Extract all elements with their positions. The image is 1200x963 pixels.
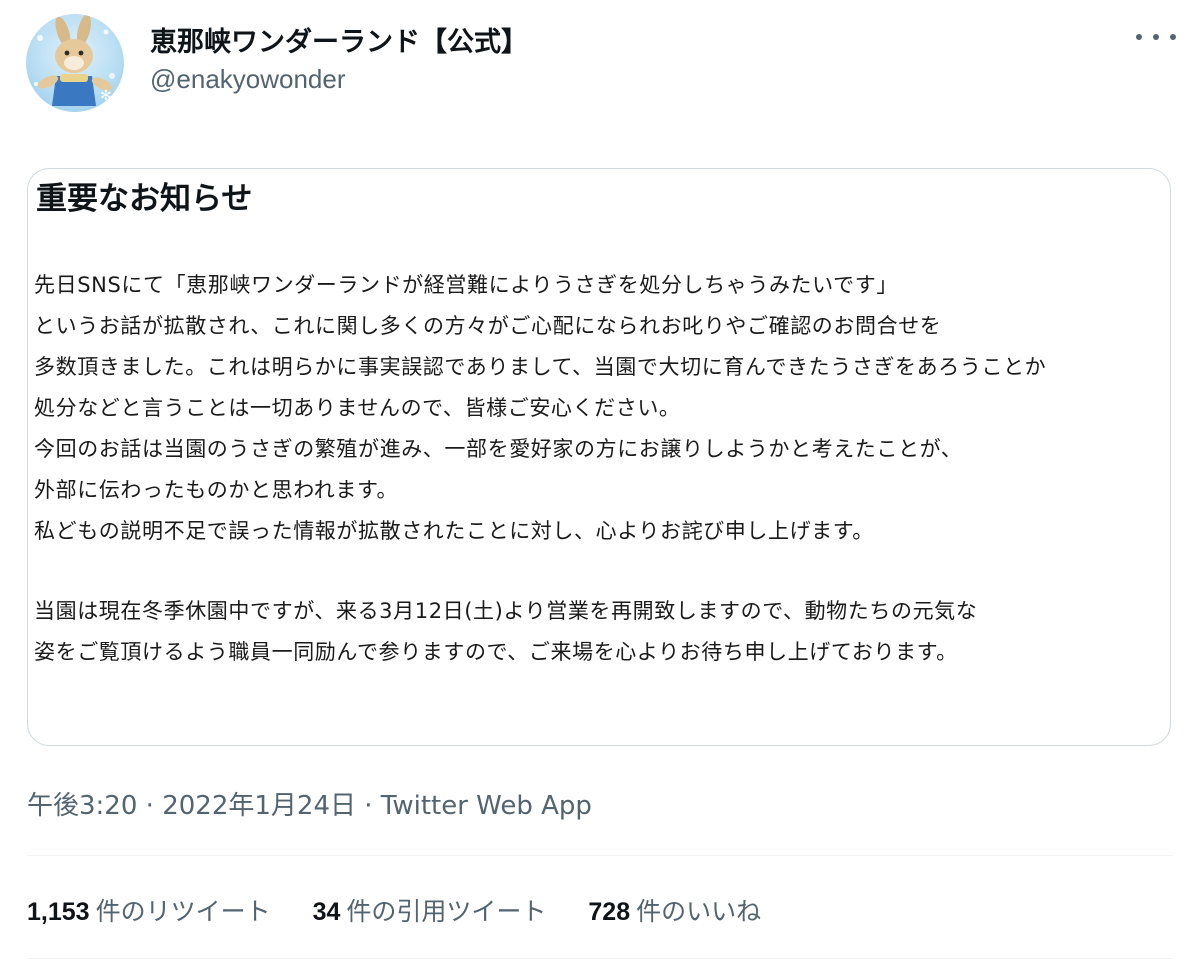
retweets-label: 件のリツイート [95,897,271,926]
notice-line: 私どもの説明不足で誤った情報が拡散されたことに対し、心よりお詫び申し上げます。 [34,519,874,543]
meta-separator: · [145,791,154,821]
likes-count: 728 [588,898,631,926]
quote-tweets-stat[interactable]: 34 件の引用ツイート [313,892,547,928]
tweet-header: ✻ 恵那峡ワンダーランド【公式】 @enakyowonder [0,0,1200,120]
svg-text:✻: ✻ [100,88,112,104]
notice-line: 多数頂きました。これは明らかに事実誤認でありまして、当園で大切に育んできたうさぎ… [34,355,1047,379]
more-dots-icon[interactable] [1136,22,1176,52]
notice-line: 姿をご覧頂けるよう職員一同励んで参りますので、ご来場を心よりお待ち申し上げており… [34,640,958,664]
notice-line: 当園は現在冬季休園中ですが、来る3月12日(土)より営業を再開致しますので、動物… [34,599,978,623]
meta-separator: · [364,791,373,821]
retweets-count: 1,153 [27,898,90,926]
notice-image-card[interactable]: 重要なお知らせ 先日SNSにて「恵那峡ワンダーランドが経営難によりうさぎを処分し… [27,168,1171,746]
more-dot [1136,34,1142,40]
notice-line: 外部に伝わったものかと思われます。 [34,478,399,502]
tweet-time[interactable]: 午後3:20 [27,791,137,821]
more-dot [1153,34,1159,40]
likes-label: 件のいいね [636,897,762,926]
engagement-stats: 1,153 件のリツイート 34 件の引用ツイート 728 件のいいね [27,888,803,932]
quote-tweets-count: 34 [312,898,341,926]
tweet-meta: 午後3:20 · 2022年1月24日 · Twitter Web App [27,785,592,822]
notice-title: 重要なお知らせ [36,181,253,217]
notice-line: 先日SNSにて「恵那峡ワンダーランドが経営難によりうさぎを処分しちゃうみたいです… [34,273,898,297]
tweet-source[interactable]: Twitter Web App [381,791,592,821]
notice-line: というお話が拡散され、これに関し多くの方々がご心配になられお叱りやご確認のお問合… [34,314,942,338]
notice-line: 今回のお話は当園のうさぎの繁殖が進み、一部を愛好家の方にお譲りしようかと考えたこ… [34,437,963,461]
divider [27,855,1173,856]
more-dot [1170,34,1176,40]
author-display-name[interactable]: 恵那峡ワンダーランド【公式】 [150,20,528,59]
retweets-stat[interactable]: 1,153 件のリツイート [27,892,271,928]
author-handle[interactable]: @enakyowonder [150,64,346,95]
notice-line: 処分などと言うことは一切ありませんので、皆様ご安心ください。 [34,396,681,420]
rabbit-mascot-avatar[interactable]: ✻ [26,14,124,112]
tweet-date[interactable]: 2022年1月24日 [162,791,356,821]
divider [27,958,1173,959]
quote-tweets-label: 件の引用ツイート [346,897,547,926]
likes-stat[interactable]: 728 件のいいね [588,892,761,928]
